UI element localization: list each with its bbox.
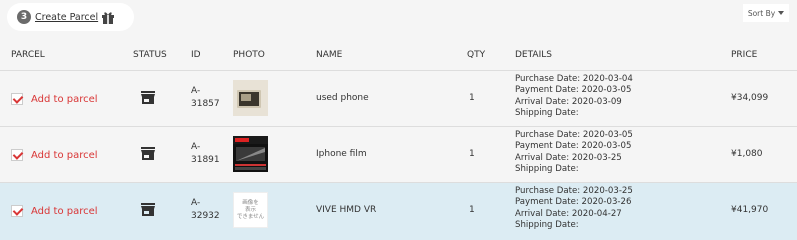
photo-unavailable-placeholder[interactable]: 画像を 表示 できません	[233, 192, 268, 228]
store-icon	[141, 91, 155, 104]
product-photo[interactable]	[233, 80, 268, 116]
header-name: NAME	[316, 50, 343, 60]
table-row[interactable]: Add to parcel A- 31857 used phone 1 Purc…	[0, 70, 797, 126]
parcel-count-badge: 3	[17, 10, 31, 24]
create-parcel-button[interactable]: 3 Create Parcel	[7, 3, 134, 31]
order-details: Purchase Date: 2020-03-25 Payment Date: …	[515, 186, 633, 230]
order-details: Purchase Date: 2020-03-04 Payment Date: …	[515, 74, 633, 118]
add-to-parcel-label[interactable]: Add to parcel	[31, 94, 98, 105]
order-details: Purchase Date: 2020-03-05 Payment Date: …	[515, 130, 633, 174]
store-icon	[141, 147, 155, 160]
product-name: VIVE HMD VR	[316, 205, 377, 215]
caret-down-icon	[778, 11, 785, 15]
add-to-parcel-toggle[interactable]: Add to parcel	[11, 149, 98, 161]
create-parcel-link[interactable]: Create Parcel	[35, 12, 98, 23]
add-to-parcel-checkbox[interactable]	[11, 149, 23, 161]
header-price: PRICE	[731, 50, 758, 60]
header-details: DETAILS	[515, 50, 552, 60]
order-id: A- 32932	[191, 198, 220, 221]
price: ¥34,099	[731, 93, 769, 103]
add-to-parcel-label[interactable]: Add to parcel	[31, 150, 98, 161]
quantity: 1	[469, 93, 475, 103]
add-to-parcel-checkbox[interactable]	[11, 93, 23, 105]
quantity: 1	[469, 205, 475, 215]
price: ¥41,970	[731, 205, 769, 215]
table-row[interactable]: Add to parcel A- 32932 画像を 表示 できません VIVE…	[0, 182, 797, 240]
add-to-parcel-toggle[interactable]: Add to parcel	[11, 205, 98, 217]
sort-by-dropdown[interactable]: Sort By	[743, 4, 789, 22]
quantity: 1	[469, 149, 475, 159]
header-parcel: PARCEL	[11, 50, 45, 60]
price: ¥1,080	[731, 149, 763, 159]
add-to-parcel-label[interactable]: Add to parcel	[31, 206, 98, 217]
product-photo[interactable]	[233, 136, 268, 172]
header-photo: PHOTO	[233, 50, 265, 60]
add-to-parcel-toggle[interactable]: Add to parcel	[11, 93, 98, 105]
add-to-parcel-checkbox[interactable]	[11, 205, 23, 217]
gift-icon	[102, 11, 115, 24]
header-id: ID	[191, 50, 201, 60]
product-name: used phone	[316, 93, 369, 103]
header-status: STATUS	[133, 50, 167, 60]
table-header: PARCEL STATUS ID PHOTO NAME QTY DETAILS …	[0, 40, 797, 70]
store-icon	[141, 203, 155, 216]
sort-by-label: Sort By	[747, 8, 776, 18]
table-row[interactable]: Add to parcel A- 31891 Iphone film 1 Pur…	[0, 126, 797, 182]
product-name: Iphone film	[316, 149, 367, 159]
order-id: A- 31891	[191, 142, 220, 165]
header-qty: QTY	[467, 50, 486, 60]
order-id: A- 31857	[191, 86, 220, 109]
toolbar: 3 Create Parcel Sort By	[0, 0, 797, 40]
